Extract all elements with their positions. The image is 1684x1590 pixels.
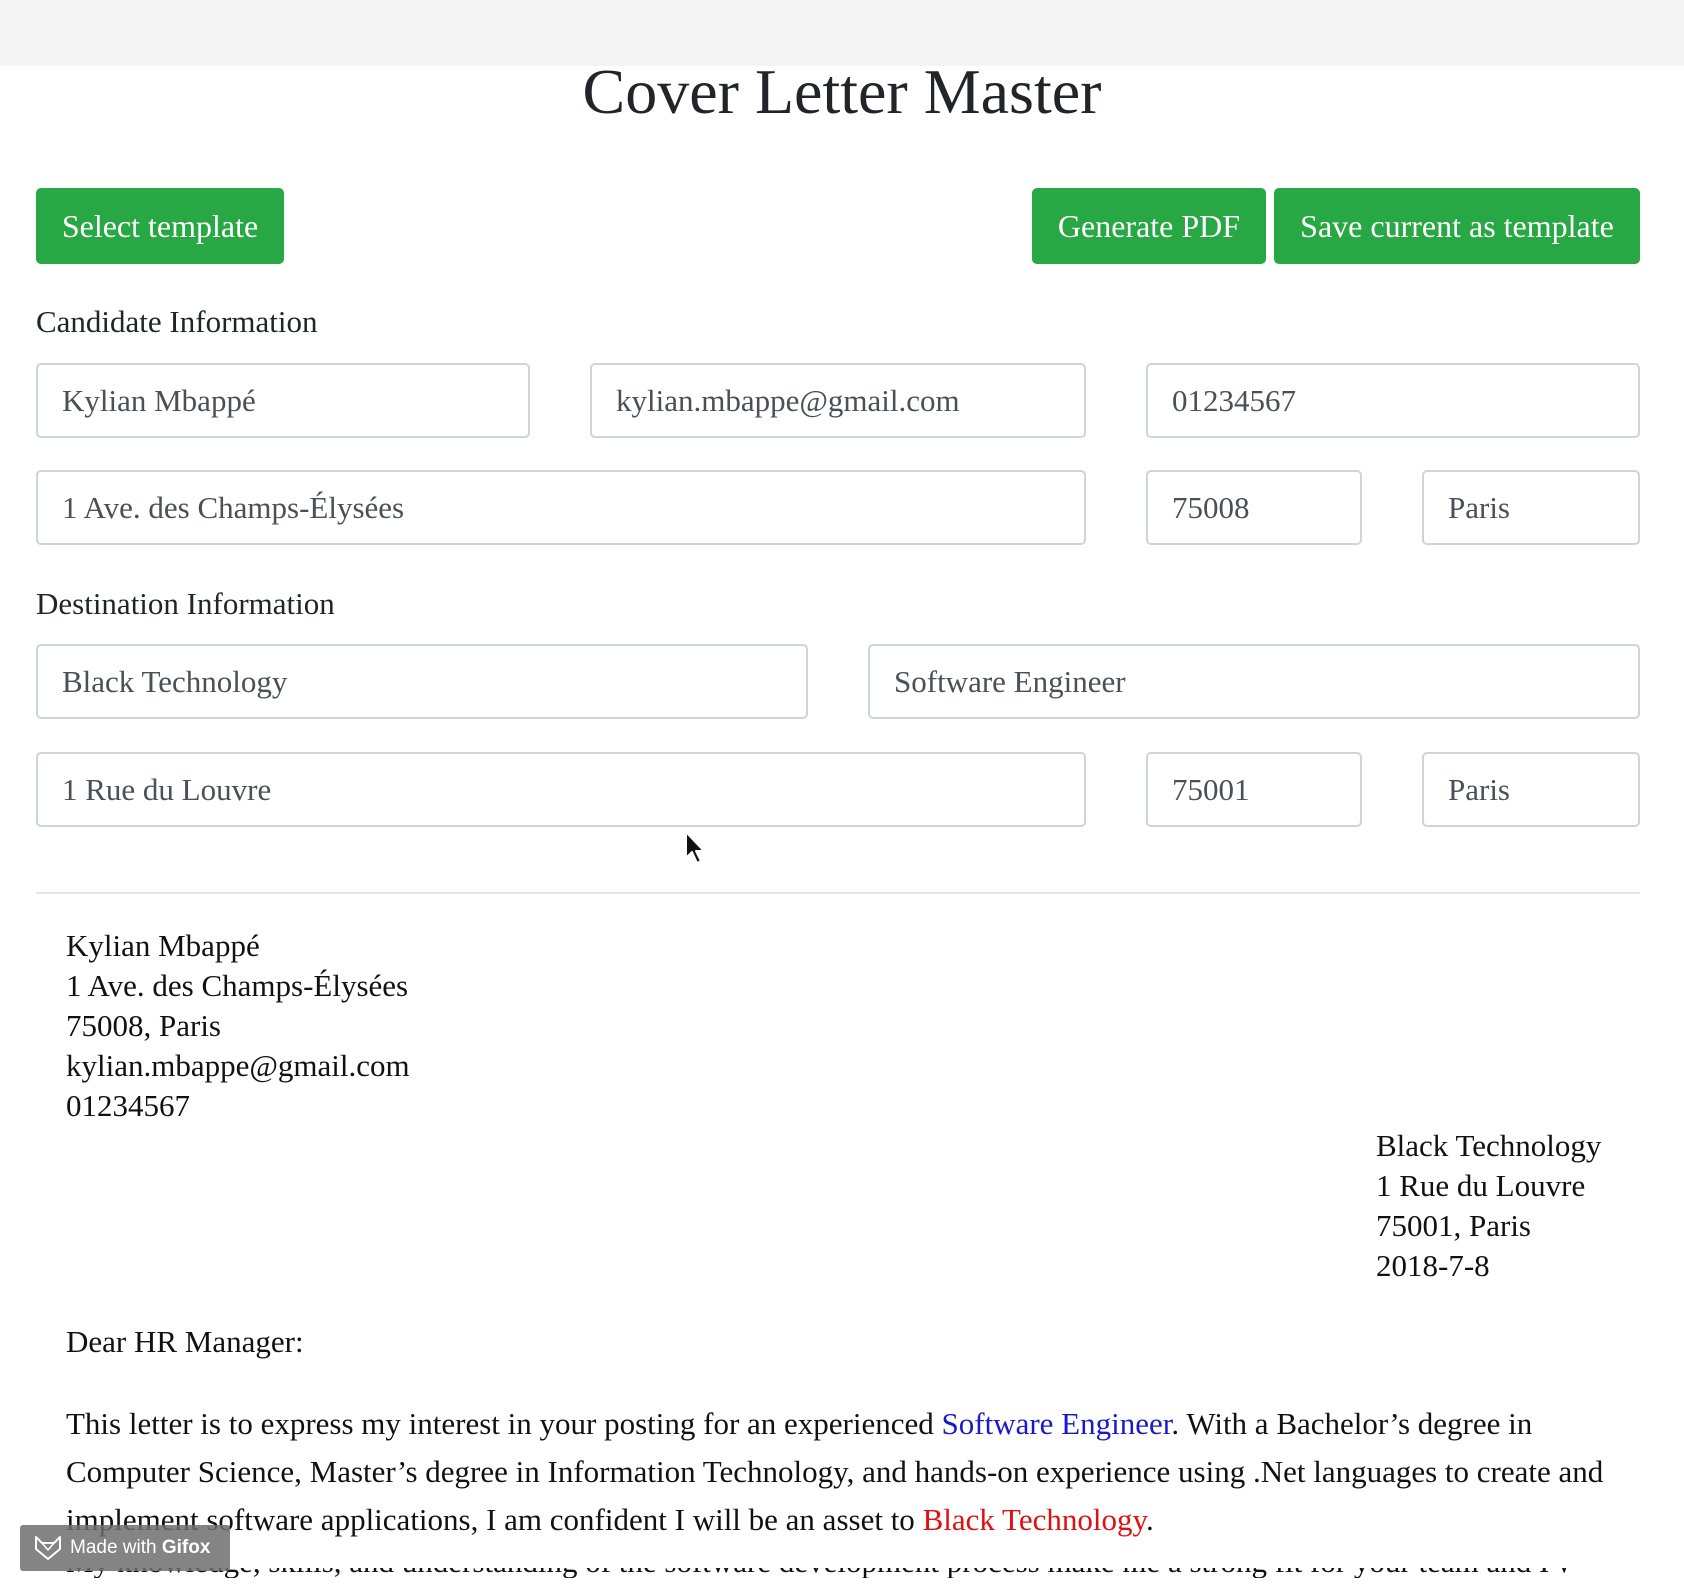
candidate-name-field[interactable]: [36, 363, 530, 438]
sender-address-block: Kylian Mbappé 1 Ave. des Champs-Élysées …: [66, 926, 410, 1126]
sender-phone: 01234567: [66, 1088, 190, 1123]
watermark-prefix: Made with: [70, 1537, 162, 1558]
destination-city-field[interactable]: [1422, 752, 1640, 827]
recipient-city-line: 75001, Paris: [1376, 1208, 1531, 1243]
fox-logo-icon: [35, 1536, 61, 1560]
recipient-company: Black Technology: [1376, 1128, 1602, 1163]
letter-paragraph: This letter is to express my interest in…: [66, 1400, 1636, 1544]
destination-section-label: Destination Information: [36, 586, 335, 621]
sender-email: kylian.mbappe@gmail.com: [66, 1048, 410, 1083]
candidate-phone-field[interactable]: [1146, 363, 1640, 438]
candidate-section-label: Candidate Information: [36, 304, 318, 339]
destination-postcode-field[interactable]: [1146, 752, 1362, 827]
generate-pdf-button[interactable]: Generate PDF: [1032, 188, 1266, 264]
candidate-city-field[interactable]: [1422, 470, 1640, 545]
recipient-street: 1 Rue du Louvre: [1376, 1168, 1586, 1203]
select-template-button[interactable]: Select template: [36, 188, 284, 264]
position-field[interactable]: [868, 644, 1640, 719]
sender-name: Kylian Mbappé: [66, 928, 260, 963]
sender-street: 1 Ave. des Champs-Élysées: [66, 968, 409, 1003]
letter-next-paragraph-cutoff: My knowledge, skills, and understanding …: [66, 1568, 1566, 1578]
candidate-email-field[interactable]: [590, 363, 1086, 438]
recipient-address-block: Black Technology 1 Rue du Louvre 75001, …: [1376, 1126, 1601, 1286]
watermark-brand: Gifox: [161, 1537, 211, 1558]
candidate-postcode-field[interactable]: [1146, 470, 1362, 545]
letter-date: 2018-7-8: [1376, 1248, 1490, 1283]
destination-street-field[interactable]: [36, 752, 1086, 827]
paragraph-text: .: [1145, 1502, 1154, 1537]
save-as-template-button[interactable]: Save current as template: [1274, 188, 1640, 264]
sender-city-line: 75008, Paris: [66, 1008, 221, 1043]
letter-salutation: Dear HR Manager:: [66, 1324, 304, 1359]
candidate-street-field[interactable]: [36, 470, 1086, 545]
section-divider: [36, 892, 1640, 894]
page-title: Cover Letter Master: [582, 56, 1102, 127]
paragraph-text: This letter is to express my interest in…: [66, 1406, 942, 1441]
paragraph-text: My knowledge, skills, and understanding …: [66, 1568, 1566, 1578]
company-name-field[interactable]: [36, 644, 808, 719]
mouse-pointer-icon: [685, 831, 705, 864]
position-highlight: Software Engineer: [941, 1406, 1172, 1441]
company-highlight: Black Technology: [922, 1502, 1146, 1537]
gifox-watermark: Made with Gifox: [20, 1525, 230, 1571]
